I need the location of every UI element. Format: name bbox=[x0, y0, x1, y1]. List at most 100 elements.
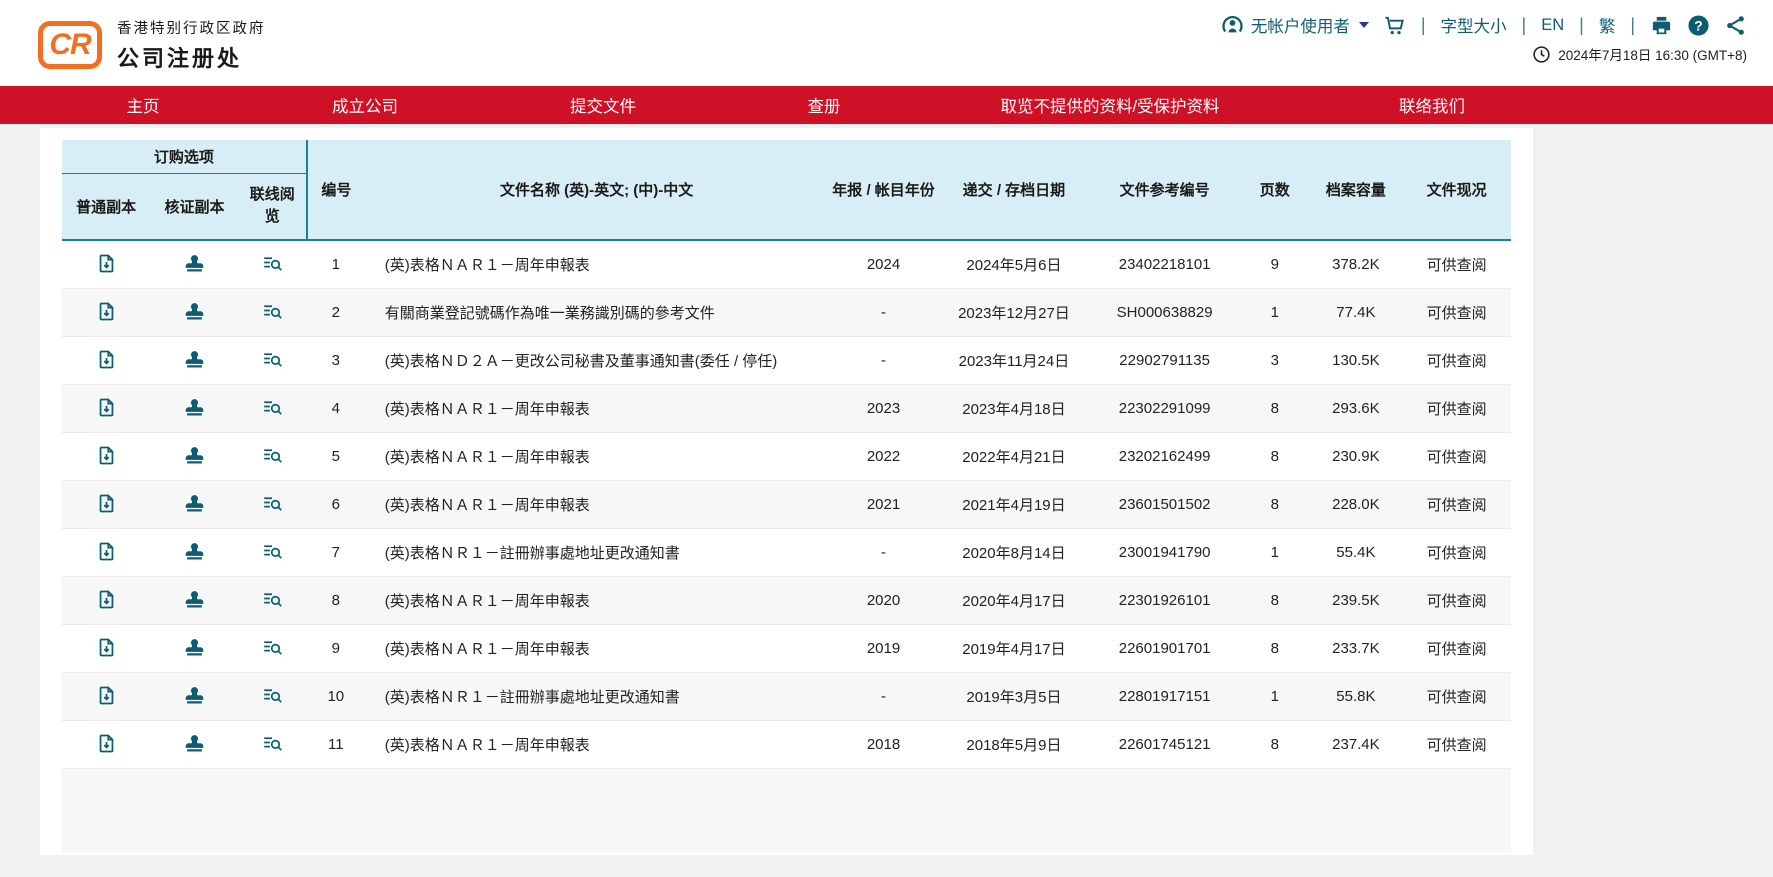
online-view-button[interactable] bbox=[258, 635, 287, 660]
cell-no: 10 bbox=[307, 672, 365, 720]
cell-status: 可供查阅 bbox=[1402, 624, 1511, 672]
download-document-icon bbox=[96, 445, 117, 466]
cell-size: 378.2K bbox=[1310, 240, 1403, 288]
lang-en-button[interactable]: EN bbox=[1541, 16, 1564, 35]
stamp-icon bbox=[184, 541, 205, 562]
cell-size: 55.4K bbox=[1310, 528, 1403, 576]
certified-copy-button[interactable] bbox=[180, 635, 209, 660]
cell-reference: 22301926101 bbox=[1089, 576, 1240, 624]
cell-date: 2018年5月9日 bbox=[939, 720, 1090, 768]
chevron-down-icon bbox=[1359, 22, 1369, 28]
help-button[interactable]: ? bbox=[1687, 14, 1710, 37]
cell-reference: 22801917151 bbox=[1089, 672, 1240, 720]
online-view-button[interactable] bbox=[258, 539, 287, 564]
ordinary-copy-button[interactable] bbox=[92, 635, 121, 660]
list-search-icon bbox=[262, 301, 283, 322]
main-content: 订购选项 编号 文件名称 (英)-英文; (中)-中文 年报 / 帐目年份 递交… bbox=[0, 124, 1773, 877]
online-view-button[interactable] bbox=[258, 587, 287, 612]
current-datetime: 2024年7月18日 16:30 (GMT+8) bbox=[1558, 44, 1747, 64]
col-year: 年报 / 帐目年份 bbox=[828, 140, 938, 240]
certified-copy-button[interactable] bbox=[180, 491, 209, 516]
list-search-icon bbox=[262, 541, 283, 562]
certified-copy-button[interactable] bbox=[180, 683, 209, 708]
nav-item-search[interactable]: 查册 bbox=[808, 93, 841, 117]
cell-reference: 23601501502 bbox=[1089, 480, 1240, 528]
online-view-button[interactable] bbox=[258, 443, 287, 468]
nav-item-home[interactable]: 主页 bbox=[127, 93, 160, 117]
ordinary-copy-button[interactable] bbox=[92, 731, 121, 756]
certified-copy-button[interactable] bbox=[180, 347, 209, 372]
nav-item-protected-info[interactable]: 取览不提供的资料/受保护资料 bbox=[1000, 93, 1219, 117]
certified-copy-button[interactable] bbox=[180, 299, 209, 324]
cell-document-name: (英)表格ＮＡＲ１－周年申報表 bbox=[365, 432, 829, 480]
divider: | bbox=[1629, 15, 1636, 36]
user-menu[interactable]: 无帐户使用者 bbox=[1221, 13, 1369, 37]
cell-pages: 8 bbox=[1240, 432, 1310, 480]
ordinary-copy-button[interactable] bbox=[92, 683, 121, 708]
ordinary-copy-button[interactable] bbox=[92, 347, 121, 372]
nav-item-incorporation[interactable]: 成立公司 bbox=[332, 93, 398, 117]
lang-traditional-button[interactable]: 繁 bbox=[1599, 13, 1616, 37]
online-view-button[interactable] bbox=[258, 683, 287, 708]
download-document-icon bbox=[96, 637, 117, 658]
ordinary-copy-button[interactable] bbox=[92, 395, 121, 420]
certified-copy-button[interactable] bbox=[180, 395, 209, 420]
user-icon bbox=[1221, 14, 1244, 37]
ordinary-copy-button[interactable] bbox=[92, 299, 121, 324]
certified-copy-button[interactable] bbox=[180, 587, 209, 612]
col-certified-copy: 核证副本 bbox=[150, 173, 238, 240]
online-view-button[interactable] bbox=[258, 251, 287, 276]
online-view-button[interactable] bbox=[258, 491, 287, 516]
cell-size: 237.4K bbox=[1310, 720, 1403, 768]
print-button[interactable] bbox=[1650, 14, 1673, 37]
download-document-icon bbox=[96, 253, 117, 274]
nav-item-filing[interactable]: 提交文件 bbox=[570, 93, 636, 117]
ordinary-copy-button[interactable] bbox=[92, 251, 121, 276]
cell-status: 可供查阅 bbox=[1402, 336, 1511, 384]
stamp-icon bbox=[184, 637, 205, 658]
list-search-icon bbox=[262, 397, 283, 418]
font-size-button[interactable]: 字型大小 bbox=[1441, 13, 1507, 37]
stamp-icon bbox=[184, 397, 205, 418]
online-view-button[interactable] bbox=[258, 347, 287, 372]
stamp-icon bbox=[184, 301, 205, 322]
table-header: 订购选项 编号 文件名称 (英)-英文; (中)-中文 年报 / 帐目年份 递交… bbox=[62, 140, 1511, 240]
certified-copy-button[interactable] bbox=[180, 251, 209, 276]
cart-button[interactable] bbox=[1383, 14, 1406, 37]
list-search-icon bbox=[262, 637, 283, 658]
nav-item-contact[interactable]: 联络我们 bbox=[1399, 93, 1465, 117]
cell-reference: 23202162499 bbox=[1089, 432, 1240, 480]
ordinary-copy-button[interactable] bbox=[92, 443, 121, 468]
online-view-button[interactable] bbox=[258, 731, 287, 756]
cell-year: 2018 bbox=[828, 720, 938, 768]
download-document-icon bbox=[96, 733, 117, 754]
ordinary-copy-button[interactable] bbox=[92, 587, 121, 612]
results-card: 订购选项 编号 文件名称 (英)-英文; (中)-中文 年报 / 帐目年份 递交… bbox=[40, 128, 1533, 855]
print-icon bbox=[1650, 14, 1673, 37]
cell-no: 11 bbox=[307, 720, 365, 768]
certified-copy-button[interactable] bbox=[180, 731, 209, 756]
cell-year: 2021 bbox=[828, 480, 938, 528]
certified-copy-button[interactable] bbox=[180, 443, 209, 468]
cell-size: 77.4K bbox=[1310, 288, 1403, 336]
download-document-icon bbox=[96, 301, 117, 322]
cell-pages: 8 bbox=[1240, 576, 1310, 624]
download-document-icon bbox=[96, 349, 117, 370]
online-view-button[interactable] bbox=[258, 299, 287, 324]
cell-year: 2020 bbox=[828, 576, 938, 624]
share-button[interactable] bbox=[1724, 14, 1747, 37]
col-date: 递交 / 存档日期 bbox=[939, 140, 1090, 240]
ordinary-copy-button[interactable] bbox=[92, 491, 121, 516]
col-online-view: 联线阅览 bbox=[239, 173, 307, 240]
online-view-button[interactable] bbox=[258, 395, 287, 420]
table-row: 2 有關商業登記號碼作為唯一業務識別碼的參考文件 - 2023年12月27日 S… bbox=[62, 288, 1511, 336]
site-logo[interactable]: CR 香港特别行政区政府 公司注册处 bbox=[38, 17, 266, 73]
cell-year: - bbox=[828, 288, 938, 336]
cell-pages: 8 bbox=[1240, 480, 1310, 528]
clock-icon bbox=[1532, 45, 1551, 64]
cell-year: - bbox=[828, 336, 938, 384]
cart-icon bbox=[1383, 14, 1406, 37]
cell-no: 6 bbox=[307, 480, 365, 528]
certified-copy-button[interactable] bbox=[180, 539, 209, 564]
ordinary-copy-button[interactable] bbox=[92, 539, 121, 564]
